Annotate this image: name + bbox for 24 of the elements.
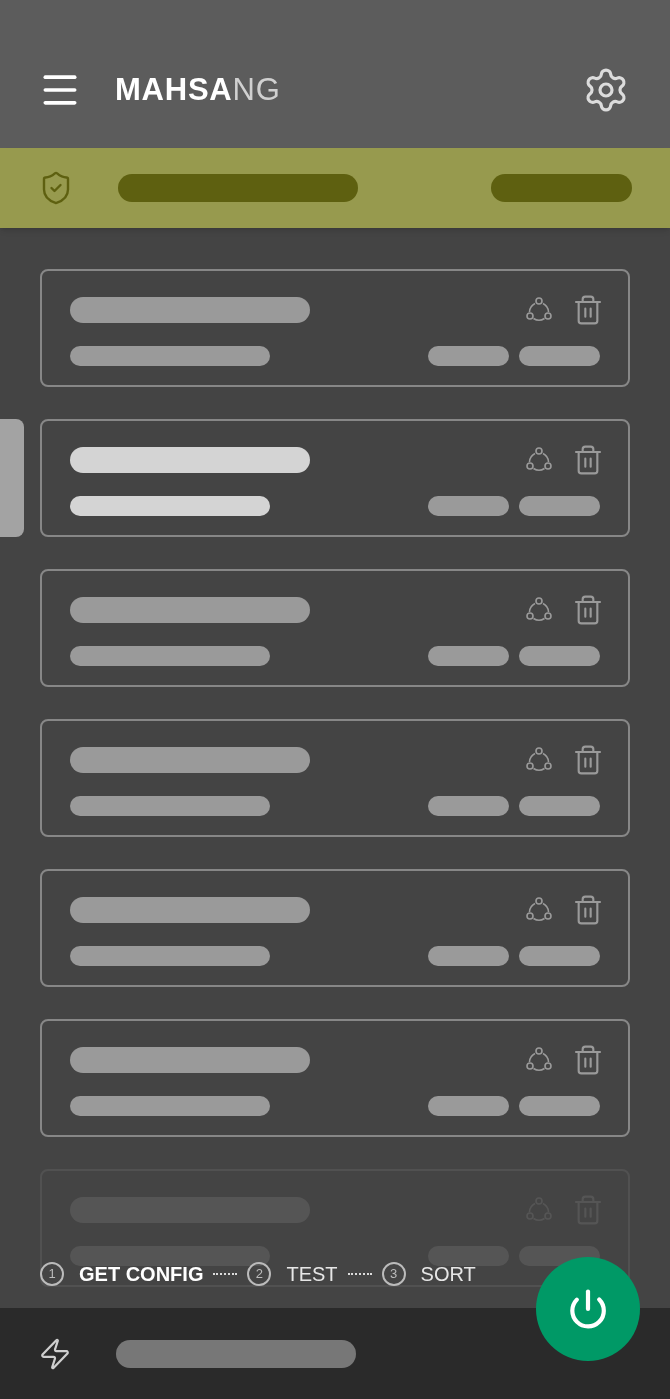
config-card[interactable] bbox=[40, 569, 630, 687]
trash-icon[interactable] bbox=[572, 894, 604, 926]
step-label: SORT bbox=[420, 1262, 476, 1287]
step-number: 3 bbox=[381, 1262, 406, 1286]
step-label: TEST bbox=[286, 1262, 338, 1287]
trash-icon[interactable] bbox=[572, 744, 604, 776]
step-label: GET CONFIG bbox=[79, 1262, 204, 1287]
trash-icon[interactable] bbox=[572, 594, 604, 626]
config-card[interactable] bbox=[40, 269, 630, 387]
power-icon bbox=[567, 1288, 609, 1330]
dotted-connector bbox=[347, 1273, 372, 1275]
brand-name: MAHSA bbox=[115, 70, 233, 109]
trash-icon[interactable] bbox=[572, 294, 604, 326]
step-number: 2 bbox=[247, 1262, 272, 1286]
config-card[interactable] bbox=[40, 1019, 630, 1137]
trash-icon[interactable] bbox=[572, 444, 604, 476]
config-card[interactable] bbox=[40, 419, 630, 537]
config-card[interactable] bbox=[40, 869, 630, 987]
trash-icon[interactable] bbox=[572, 1044, 604, 1076]
dotted-connector bbox=[213, 1273, 238, 1275]
brand-suffix: NG bbox=[232, 70, 281, 109]
config-card[interactable] bbox=[40, 719, 630, 837]
lightning-icon bbox=[38, 1336, 72, 1371]
step-number: 1 bbox=[40, 1262, 64, 1286]
